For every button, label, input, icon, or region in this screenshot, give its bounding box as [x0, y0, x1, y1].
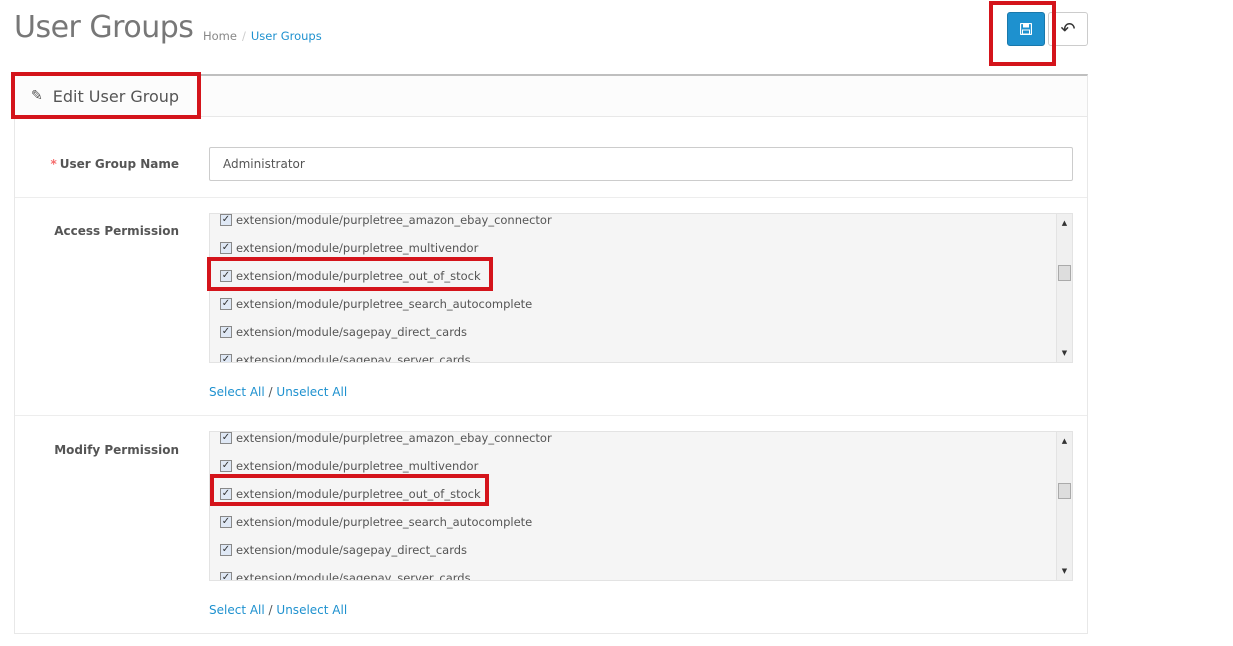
checkbox[interactable]: ✓ — [220, 298, 232, 310]
modify-permission-list[interactable]: ✓ extension/module/purpletree_amazon_ebay… — [209, 431, 1073, 581]
permission-label: extension/module/sagepay_direct_cards — [236, 543, 468, 557]
unselect-all-link[interactable]: Unselect All — [276, 603, 347, 617]
permission-item[interactable]: ✓ extension/module/purpletree_search_auto… — [220, 290, 552, 318]
link-separator: / — [268, 603, 273, 617]
permission-item[interactable]: ✓ extension/module/purpletree_out_of_stoc… — [220, 480, 552, 508]
panel-title: Edit User Group — [52, 86, 180, 106]
checkbox[interactable]: ✓ — [220, 326, 232, 338]
permission-label: extension/module/purpletree_out_of_stock — [236, 269, 481, 283]
page-title: User Groups — [14, 10, 194, 45]
checkbox[interactable]: ✓ — [220, 572, 232, 580]
permission-item[interactable]: ✓ extension/module/purpletree_out_of_stoc… — [220, 262, 552, 290]
permission-label: extension/module/purpletree_amazon_ebay_… — [236, 213, 552, 227]
user-group-name-label: * User Group Name — [50, 157, 179, 171]
checkbox[interactable]: ✓ — [220, 460, 232, 472]
scroll-thumb[interactable] — [1058, 483, 1071, 499]
permission-item[interactable]: ✓ extension/module/purpletree_multivendor — [220, 452, 552, 480]
modify-permission-label: Modify Permission — [54, 443, 179, 457]
select-all-link[interactable]: Select All — [209, 385, 265, 399]
scroll-down-arrow-icon[interactable]: ▼ — [1057, 346, 1072, 360]
permission-label: extension/module/sagepay_server_cards — [236, 571, 471, 581]
permission-item[interactable]: ✓ extension/module/purpletree_multivendor — [220, 234, 552, 262]
permission-item[interactable]: ✓ extension/module/purpletree_search_auto… — [220, 508, 552, 536]
permission-label: extension/module/purpletree_multivendor — [236, 459, 479, 473]
permission-item[interactable]: ✓ extension/module/sagepay_direct_cards — [220, 318, 552, 346]
scroll-down-arrow-icon[interactable]: ▼ — [1057, 564, 1072, 578]
permission-label: extension/module/sagepay_server_cards — [236, 353, 471, 363]
user-group-name-row: * User Group Name — [15, 117, 1087, 198]
scrollbar[interactable]: ▲ ▼ — [1056, 432, 1072, 580]
panel-heading: ✎ Edit User Group — [15, 76, 1087, 117]
checkbox[interactable]: ✓ — [220, 432, 232, 444]
back-button[interactable]: ↶ — [1048, 12, 1088, 46]
checkbox[interactable]: ✓ — [220, 270, 232, 282]
required-mark: * — [50, 157, 57, 171]
permission-label: extension/module/purpletree_amazon_ebay_… — [236, 431, 552, 445]
user-group-name-input[interactable] — [209, 147, 1073, 181]
scroll-up-arrow-icon[interactable]: ▲ — [1057, 216, 1072, 230]
select-all-link[interactable]: Select All — [209, 603, 265, 617]
checkbox[interactable]: ✓ — [220, 488, 232, 500]
permission-label: extension/module/purpletree_multivendor — [236, 241, 479, 255]
reply-arrow-icon: ↶ — [1060, 18, 1076, 40]
access-permission-row: Access Permission ✓ extension/module/purp… — [15, 198, 1087, 416]
permission-item[interactable]: ✓ extension/module/purpletree_amazon_ebay… — [220, 431, 552, 452]
modify-permission-row: Modify Permission ✓ extension/module/purp… — [15, 416, 1087, 646]
pencil-icon: ✎ — [31, 88, 43, 104]
label-text: User Group Name — [59, 157, 179, 171]
edit-user-group-panel: ✎ Edit User Group *User Group Name Acces… — [14, 74, 1088, 634]
permission-item[interactable]: ✓ extension/module/purpletree_amazon_ebay… — [220, 213, 552, 234]
permission-label: extension/module/purpletree_search_autoc… — [236, 297, 533, 311]
breadcrumb-home[interactable]: Home — [203, 29, 237, 43]
link-separator: / — [268, 385, 273, 399]
unselect-all-link[interactable]: Unselect All — [276, 385, 347, 399]
scroll-up-arrow-icon[interactable]: ▲ — [1057, 434, 1072, 448]
modify-select-links: Select All / Unselect All — [209, 603, 347, 617]
permission-item[interactable]: ✓ extension/module/sagepay_server_cards — [220, 564, 552, 581]
checkbox[interactable]: ✓ — [220, 354, 232, 362]
permission-item[interactable]: ✓ extension/module/sagepay_direct_cards — [220, 536, 552, 564]
scroll-thumb[interactable] — [1058, 265, 1071, 281]
permission-label: extension/module/purpletree_search_autoc… — [236, 515, 533, 529]
save-button[interactable] — [1007, 12, 1045, 46]
breadcrumb: Home / User Groups — [203, 29, 322, 43]
checkbox[interactable]: ✓ — [220, 214, 232, 226]
access-permission-label: Access Permission — [54, 224, 179, 238]
breadcrumb-separator: / — [241, 29, 246, 43]
checkbox[interactable]: ✓ — [220, 242, 232, 254]
breadcrumb-user-groups[interactable]: User Groups — [251, 29, 322, 43]
scrollbar[interactable]: ▲ ▼ — [1056, 214, 1072, 362]
access-permission-list[interactable]: ✓ extension/module/purpletree_amazon_ebay… — [209, 213, 1073, 363]
permission-item[interactable]: ✓ extension/module/sagepay_server_cards — [220, 346, 552, 363]
checkbox[interactable]: ✓ — [220, 544, 232, 556]
floppy-disk-icon — [1020, 23, 1032, 35]
permission-label: extension/module/sagepay_direct_cards — [236, 325, 468, 339]
permission-label: extension/module/purpletree_out_of_stock — [236, 487, 481, 501]
checkbox[interactable]: ✓ — [220, 516, 232, 528]
access-select-links: Select All / Unselect All — [209, 385, 347, 399]
